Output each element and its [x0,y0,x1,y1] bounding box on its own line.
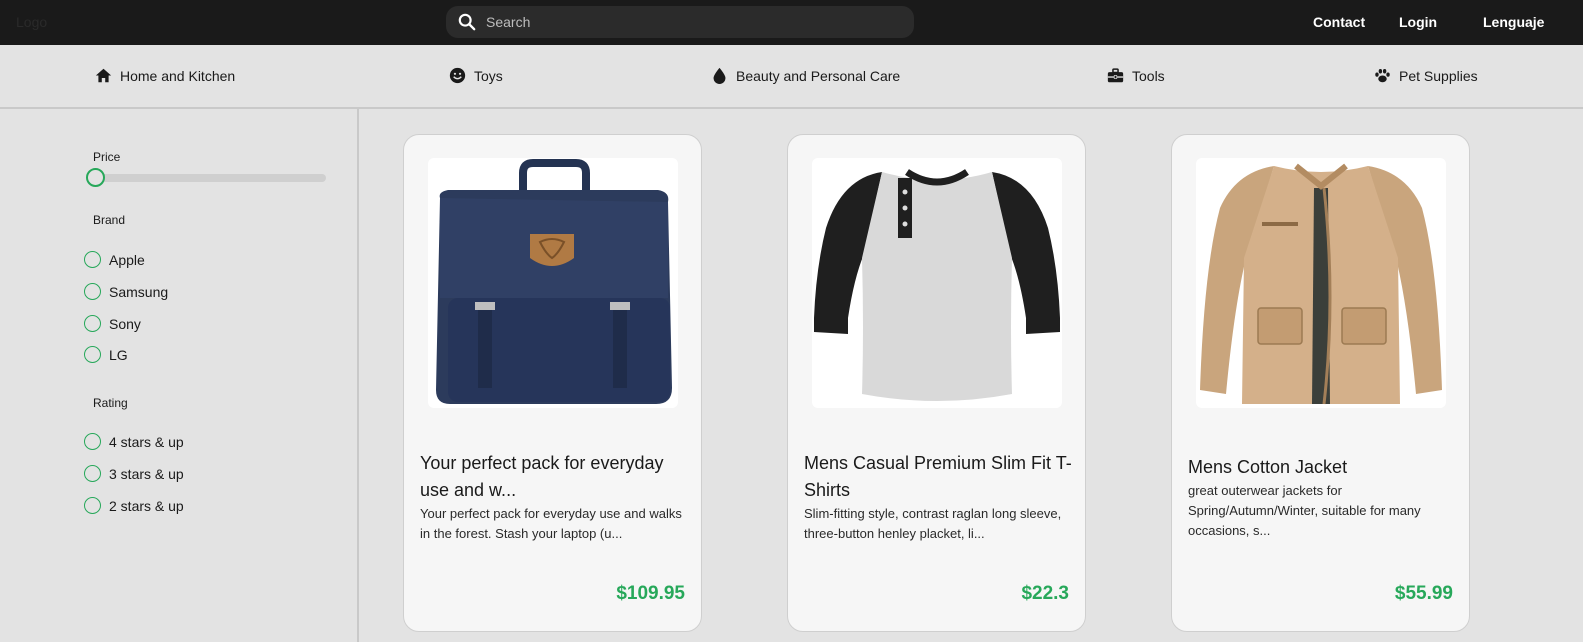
contact-link[interactable]: Contact [1313,14,1365,30]
rating-option-4-stars[interactable]: 4 stars & up [84,433,184,450]
product-image-jacket[interactable] [1196,158,1446,408]
product-price: $109.95 [616,583,685,604]
paw-icon [1375,69,1390,83]
drop-icon [713,67,726,84]
rating-filter-title: Rating [93,396,128,410]
product-description: Slim-fitting style, contrast raglan long… [804,506,1062,541]
option-label: Apple [109,251,145,268]
option-label: LG [109,346,128,363]
radio-button[interactable] [84,283,101,300]
product-image-backpack[interactable] [428,158,678,408]
radio-button[interactable] [84,433,101,450]
login-link[interactable]: Login [1399,14,1437,30]
radio-button[interactable] [84,251,101,268]
radio-button[interactable] [84,465,101,482]
rating-option-2-stars[interactable]: 2 stars & up [84,497,184,514]
logo[interactable]: Logo [16,14,47,30]
search-icon [458,13,476,31]
option-label: Sony [109,315,141,332]
rating-option-3-stars[interactable]: 3 stars & up [84,465,184,482]
jacket-image [1200,163,1442,405]
category-home-and-kitchen[interactable]: Home and Kitchen [95,67,235,84]
brand-option-samsung[interactable]: Samsung [84,283,168,300]
brand-option-apple[interactable]: Apple [84,251,145,268]
top-navbar: Logo Contact Login Lenguaje [0,0,1583,45]
radio-button[interactable] [84,315,101,332]
product-price: $55.99 [1394,583,1453,604]
category-label: Beauty and Personal Care [736,67,901,84]
category-bar: Home and Kitchen Toys Beauty and Persona… [0,45,1583,109]
product-title[interactable]: Mens Casual Premium Slim Fit T-Shirts [804,450,1072,504]
option-label: 4 stars & up [109,433,184,450]
product-card[interactable]: Your perfect pack for everyday use and w… [403,134,702,632]
category-label: Tools [1132,67,1165,84]
category-label: Toys [474,67,503,84]
category-tools[interactable]: Tools [1107,67,1165,84]
toolbox-icon [1107,68,1124,83]
category-label: Home and Kitchen [120,67,236,84]
backpack-image [436,159,672,404]
search-input[interactable] [486,6,886,38]
category-beauty-and-personal-care[interactable]: Beauty and Personal Care [711,67,900,84]
product-description: great outerwear jackets for Spring/Autum… [1188,483,1421,538]
product-card[interactable]: Mens Cotton Jacket great outerwear jacke… [1171,134,1470,632]
search-bar[interactable] [446,6,914,38]
radio-button[interactable] [84,497,101,514]
product-title[interactable]: Mens Cotton Jacket [1188,454,1456,481]
price-filter-title: Price [93,150,121,164]
home-icon [95,68,112,83]
smile-icon [449,67,466,84]
price-slider-track[interactable] [94,174,326,182]
product-image-tshirt[interactable] [812,158,1062,408]
filter-sidebar: Price Brand Apple Samsung Sony LG Rating… [0,109,359,642]
category-pet-supplies[interactable]: Pet Supplies [1374,67,1478,84]
tshirt-image [814,169,1060,401]
category-label: Pet Supplies [1399,67,1478,84]
language-link[interactable]: Lenguaje [1483,14,1544,30]
option-label: 3 stars & up [109,465,184,482]
price-slider-thumb[interactable] [86,168,105,187]
radio-button[interactable] [84,346,101,363]
brand-option-sony[interactable]: Sony [84,315,141,332]
product-description: Your perfect pack for everyday use and w… [420,506,682,541]
option-label: 2 stars & up [109,497,184,514]
option-label: Samsung [109,283,169,300]
product-card[interactable]: Mens Casual Premium Slim Fit T-Shirts Sl… [787,134,1086,632]
category-toys[interactable]: Toys [449,67,503,84]
product-price: $22.3 [1021,583,1069,604]
brand-filter-title: Brand [93,213,126,227]
brand-option-lg[interactable]: LG [84,346,128,363]
product-title[interactable]: Your perfect pack for everyday use and w… [420,450,688,504]
